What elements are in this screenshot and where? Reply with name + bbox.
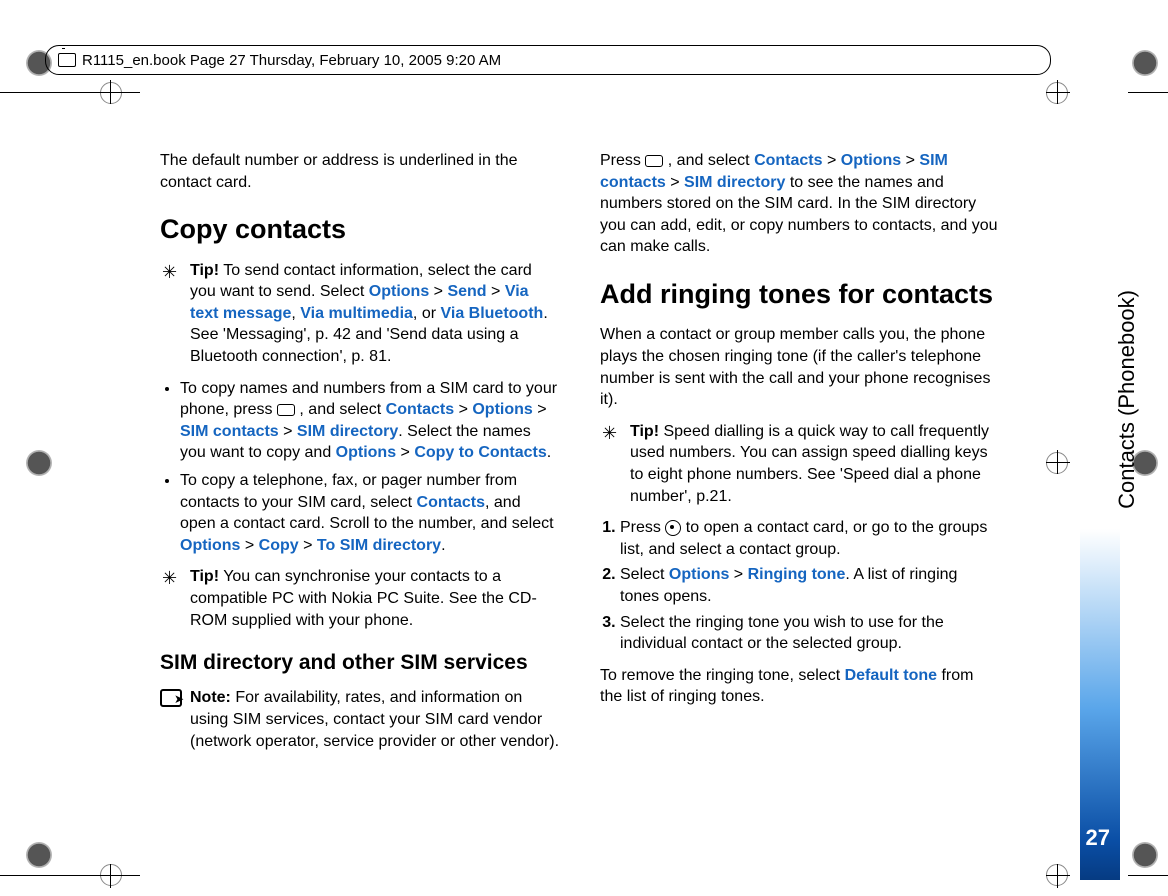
step-3: Select the ringing tone you wish to use …: [620, 612, 1000, 655]
remove-ringing-tone: To remove the ringing tone, select Defau…: [600, 665, 1000, 708]
heading-ringing-tones: Add ringing tones for contacts: [600, 276, 1000, 312]
heading-copy-contacts: Copy contacts: [160, 211, 560, 247]
note-label: Note:: [190, 689, 231, 706]
tip-label: Tip!: [630, 423, 659, 440]
ringing-tone-intro: When a contact or group member calls you…: [600, 324, 1000, 410]
bullet-copy-from-sim: To copy names and numbers from a SIM car…: [180, 378, 560, 464]
intro-paragraph: The default number or address is underli…: [160, 150, 560, 193]
step-2: Select Options > Ringing tone. A list of…: [620, 564, 1000, 607]
sim-directory-paragraph: Press , and select Contacts > Options > …: [600, 150, 1000, 258]
tip-speed-dial: Tip! Speed dialling is a quick way to ca…: [600, 421, 1000, 507]
tip-sync-pc: Tip! You can synchronise your contacts t…: [160, 566, 560, 631]
bullet-copy-to-sim: To copy a telephone, fax, or pager numbe…: [180, 470, 560, 556]
tip-send-contact: Tip! To send contact information, select…: [160, 260, 560, 368]
right-column: Press , and select Contacts > Options > …: [600, 140, 1000, 762]
copy-bullets: To copy names and numbers from a SIM car…: [180, 378, 560, 557]
tip-label: Tip!: [190, 568, 219, 585]
section-label: Contacts (Phonebook): [1114, 290, 1140, 509]
page-content: The default number or address is underli…: [160, 140, 1000, 762]
page-header-bar: R1115_en.book Page 27 Thursday, February…: [45, 45, 1051, 75]
steps-ringing-tone: Press to open a contact card, or go to t…: [620, 517, 1000, 655]
page-number: 27: [1086, 825, 1110, 851]
step-1: Press to open a contact card, or go to t…: [620, 517, 1000, 560]
menu-key-icon: [277, 404, 295, 416]
menu-key-icon: [645, 155, 663, 167]
left-column: The default number or address is underli…: [160, 140, 560, 762]
heading-sim-directory: SIM directory and other SIM services: [160, 649, 560, 677]
header-text: R1115_en.book Page 27 Thursday, February…: [82, 52, 501, 69]
note-sim-services: Note: For availability, rates, and infor…: [160, 687, 560, 752]
tip-label: Tip!: [190, 262, 219, 279]
book-icon: [58, 53, 76, 67]
joystick-icon: [665, 520, 681, 536]
